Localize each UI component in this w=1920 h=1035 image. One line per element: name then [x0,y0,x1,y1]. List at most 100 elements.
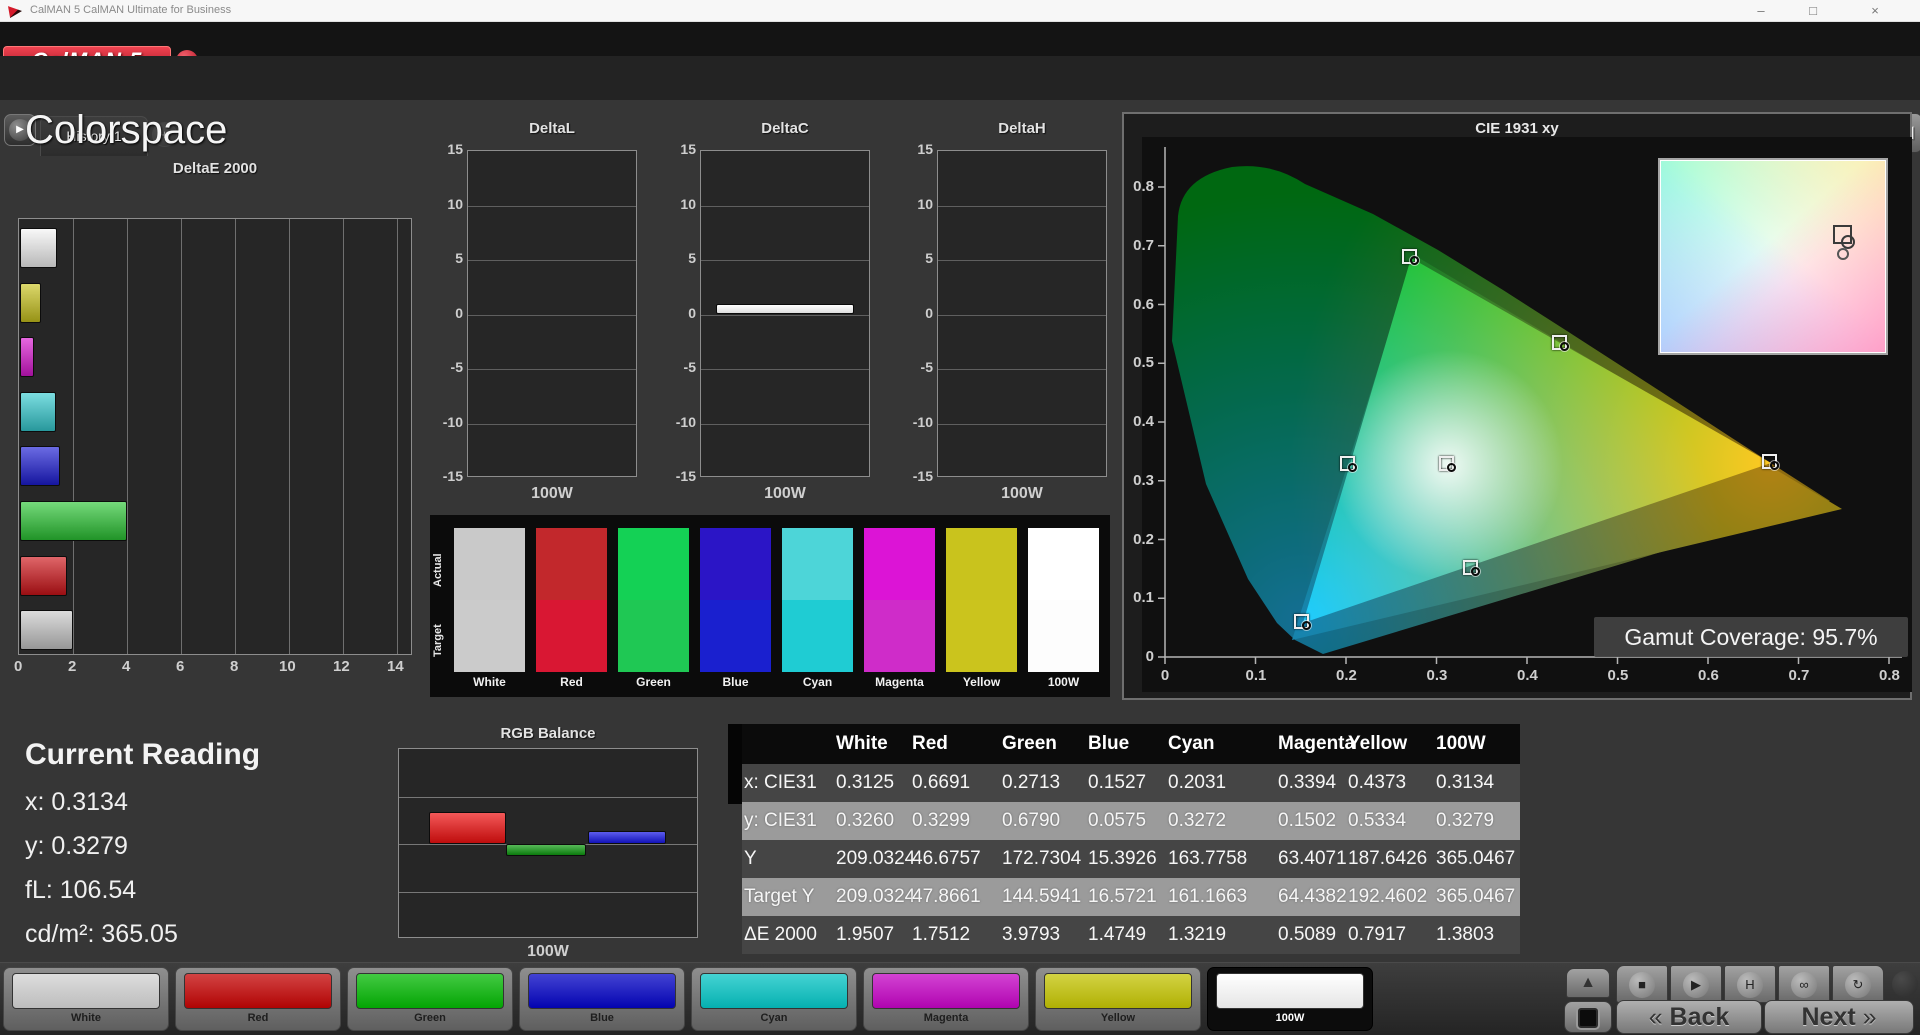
page-title: Colorspace [25,108,228,152]
deltae2000-chart: DeltaE 2000 0 2 4 6 8 10 12 14 [14,160,412,680]
reading-line-1: y: 0.3279 [25,832,128,860]
deltae-bar-magenta [20,337,34,378]
chevrons-right-icon: » [1862,1003,1877,1031]
chevrons-left-icon: « [1648,1003,1663,1031]
patch-button-100w[interactable]: 100W [1207,967,1373,1031]
patch-button-red[interactable]: Red [175,967,341,1031]
deltaH-plot [937,150,1107,477]
measurement-table: White Red Green Blue Cyan Magenta Yellow 100W x:… [742,724,1520,954]
disabled-indicator [1892,971,1918,997]
table-notch [728,724,742,804]
swatch-label: Yellow [962,675,1001,689]
rgb-balance-x-label: 100W [527,943,569,960]
table-row: Target Y 209.0324 47.8661 144.5941 16.5721 16… [742,878,1520,916]
reading-line-2: fL: 106.54 [25,876,137,904]
deltae-bar-green [20,501,128,541]
deltae-bar-cyan [20,391,56,432]
deltaC-bar [716,303,854,315]
rgb-balance-plot [398,748,698,938]
back-button[interactable]: « Back [1616,1000,1762,1034]
cie-1931-panel: CIE 1931 xy 0 0.1 0.2 0.3 0.4 0.5 0.6 0.… [1122,112,1912,700]
swatch-red [536,528,607,672]
swatch-label: Red [560,675,583,689]
close-icon[interactable]: × [1858,0,1892,22]
swatch-label: Magenta [875,675,924,689]
table-header-row: White Red Green Blue Cyan Magenta Yellow 100W [742,724,1520,764]
rgb-balance-title: RGB Balance [500,725,596,742]
cie-actual-magenta [1471,566,1481,576]
restore-icon[interactable]: □ [1796,0,1830,22]
target-row-label: Target [432,624,444,658]
cie-plot-area: 0 0.1 0.2 0.3 0.4 0.5 0.6 0.7 0.8 0 0.1 0.2 0.3 0.4 0… [1133,137,1912,692]
cie-actual-white [1446,463,1456,473]
cie-actual-yellow [1559,341,1569,351]
patch-button-blue[interactable]: Blue [519,967,685,1031]
patch-button-white[interactable]: White [3,967,169,1031]
deltae2000-plot [18,218,412,655]
play-icon: ▶ [1683,972,1709,998]
single-measure-icon: H [1737,972,1763,998]
actual-row-label: Actual [432,553,444,587]
continuous-measure-button[interactable]: ∞ [1778,965,1830,1003]
swatch-magenta [864,528,935,672]
logo-bar: CalMAN 5 ▼ [0,22,1920,76]
single-measure-button[interactable]: H [1724,965,1776,1003]
cie-actual-blue [1302,621,1312,631]
slide-up-button[interactable]: ▲ [1566,968,1610,998]
actual-target-swatch-panel: Actual Target White Red Green Blue Cyan Magen… [430,515,1110,697]
reading-line-0: x: 0.3134 [25,788,128,816]
swatch-cyan [782,528,853,672]
next-button[interactable]: Next » [1764,1000,1914,1034]
cie-actual-red [1769,461,1779,471]
swatch-white [454,528,525,672]
deltae-bar-yellow [20,282,42,323]
deltaL-chart: DeltaL 15 10 5 0 -5 -10 -15 100W [435,120,639,505]
rgb-bar-blue [588,830,666,844]
stop-icon: ■ [1629,972,1655,998]
deltaC-chart: DeltaC 15 10 5 0 -5 -10 -15 100W [668,120,872,505]
cie-actual-green [1409,256,1419,266]
deltae2000-title: DeltaE 2000 [172,160,258,177]
minimize-icon[interactable]: – [1744,0,1778,22]
swatch-100w [1028,528,1099,672]
swatch-label: Cyan [802,675,833,689]
window-title: CalMAN 5 CalMAN Ultimate for Business [30,4,232,16]
swatch-blue [700,528,771,672]
swatch-yellow [946,528,1017,672]
gamut-coverage-badge: Gamut Coverage: 95.7% [1594,617,1908,657]
deltae-bar-white [20,610,73,651]
swatch-label: Green [636,675,671,689]
deltae-bar-blue [20,446,60,487]
play-button[interactable]: ▶ [1670,965,1722,1003]
refresh-icon: ↻ [1845,972,1871,998]
reading-line-3: cd/m²: 365.05 [25,920,178,948]
swatch-green [618,528,689,672]
swatch-label: Blue [722,675,749,689]
title-bar: CalMAN 5 CalMAN Ultimate for Business – … [0,0,1920,22]
swatch-label: 100W [1047,675,1080,689]
deltae2000-x-axis: 0 2 4 6 8 10 12 14 [14,658,404,675]
infinity-icon: ∞ [1791,972,1817,998]
current-reading-title: Current Reading [25,738,261,771]
deltae-bar-100w [20,228,58,268]
swatch-label: White [473,675,506,689]
rgb-bar-red [429,811,506,844]
patch-button-magenta[interactable]: Magenta [863,967,1029,1031]
cie-title: CIE 1931 xy [1475,120,1559,137]
refresh-button[interactable]: ↻ [1832,965,1884,1003]
pattern-window-button[interactable] [1564,1001,1612,1033]
rgb-bar-green [506,844,586,856]
deltae-bar-red [20,555,68,596]
table-row: ΔE 2000 1.9507 1.7512 3.9793 1.4749 1.3219 0.5… [742,916,1520,954]
table-row: Y 209.0324 46.6757 172.7304 15.3926 163.7758 6… [742,840,1520,878]
arrow-up-icon: ▲ [1580,974,1596,991]
patch-button-cyan[interactable]: Cyan [691,967,857,1031]
patch-button-green[interactable]: Green [347,967,513,1031]
stop-button[interactable]: ■ [1616,965,1668,1003]
tab-bar: ▶ History 1 + X-Rite i1Display RetailOLE… [0,56,1920,156]
pattern-window-icon [1578,1008,1598,1028]
rgb-balance-chart: RGB Balance 420-2-4 100W [366,725,706,960]
patch-button-yellow[interactable]: Yellow [1035,967,1201,1031]
deltaH-chart: DeltaH 15 10 5 0 -5 -10 -15 100W [905,120,1109,505]
calman-window: CalMAN 5 CalMAN Ultimate for Business – … [0,0,1920,1035]
